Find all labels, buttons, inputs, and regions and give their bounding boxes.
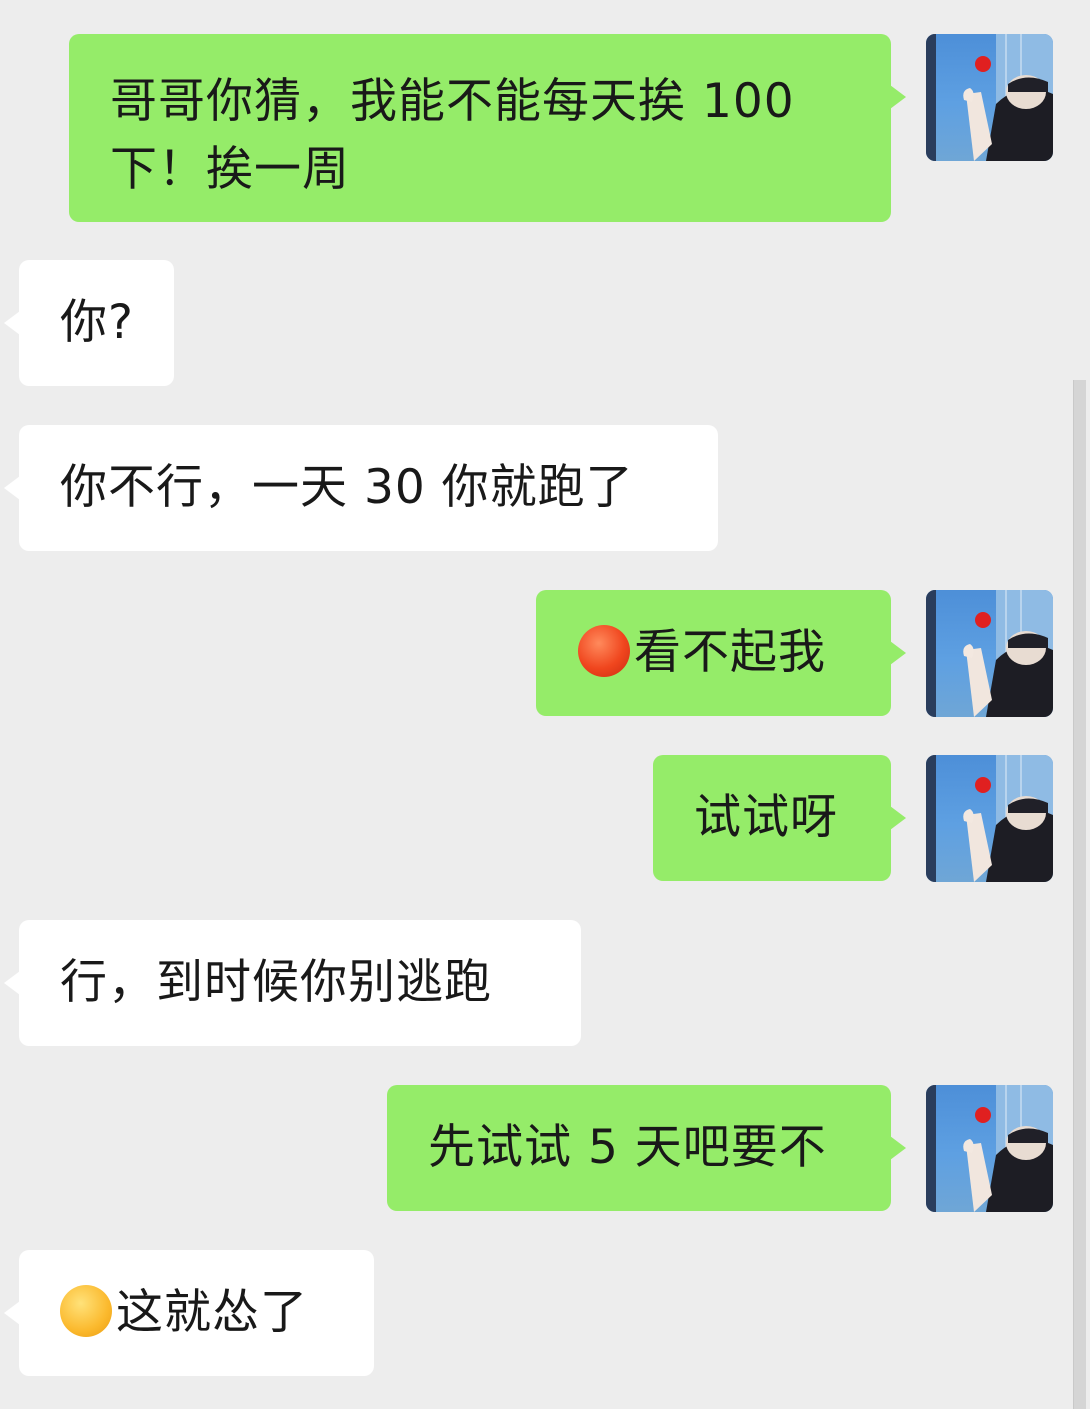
message-text-line: 看不起我 [578, 619, 891, 687]
message-text-line: 先试试 5 天吧要不 [428, 1120, 827, 1175]
sent-message-bubble[interactable]: 试试呀 [653, 755, 906, 881]
user-avatar[interactable] [926, 1085, 1053, 1212]
sent-message-bubble[interactable]: 哥哥你猜，我能不能每天挨 100 下！挨一周 [69, 34, 906, 222]
received-message-bubble[interactable]: 这就怂了 [4, 1250, 374, 1376]
avatar-photo-icon [926, 590, 1053, 717]
message-text-line: 你不行，一天 30 你就跑了 [60, 460, 634, 515]
user-avatar[interactable] [926, 755, 1053, 882]
avatar-photo-icon [926, 755, 1053, 882]
received-message-bubble[interactable]: 你不行，一天 30 你就跑了 [4, 425, 718, 551]
angry-face-icon [578, 625, 630, 677]
message-text-line: 哥哥你猜，我能不能每天挨 100 [110, 74, 795, 129]
user-avatar[interactable] [926, 590, 1053, 717]
sent-message-bubble[interactable]: 先试试 5 天吧要不 [387, 1085, 906, 1211]
avatar-photo-icon [926, 34, 1053, 161]
message-text-line: 这就怂了 [60, 1279, 374, 1347]
scrollbar[interactable] [1073, 380, 1086, 1409]
message-text-line: 行，到时候你别逃跑 [60, 955, 492, 1010]
received-message-bubble[interactable]: 行，到时候你别逃跑 [4, 920, 581, 1046]
smirk-face-icon [60, 1285, 112, 1337]
received-message-bubble[interactable]: 你? [4, 260, 174, 386]
message-text: 这就怂了 [116, 1285, 308, 1340]
message-text-line: 你? [60, 295, 134, 350]
message-text: 看不起我 [634, 625, 826, 680]
sent-message-bubble[interactable]: 看不起我 [536, 590, 906, 716]
message-text-line: 下！挨一周 [110, 142, 350, 197]
user-avatar[interactable] [926, 34, 1053, 161]
message-text-line: 试试呀 [694, 790, 838, 845]
avatar-photo-icon [926, 1085, 1053, 1212]
